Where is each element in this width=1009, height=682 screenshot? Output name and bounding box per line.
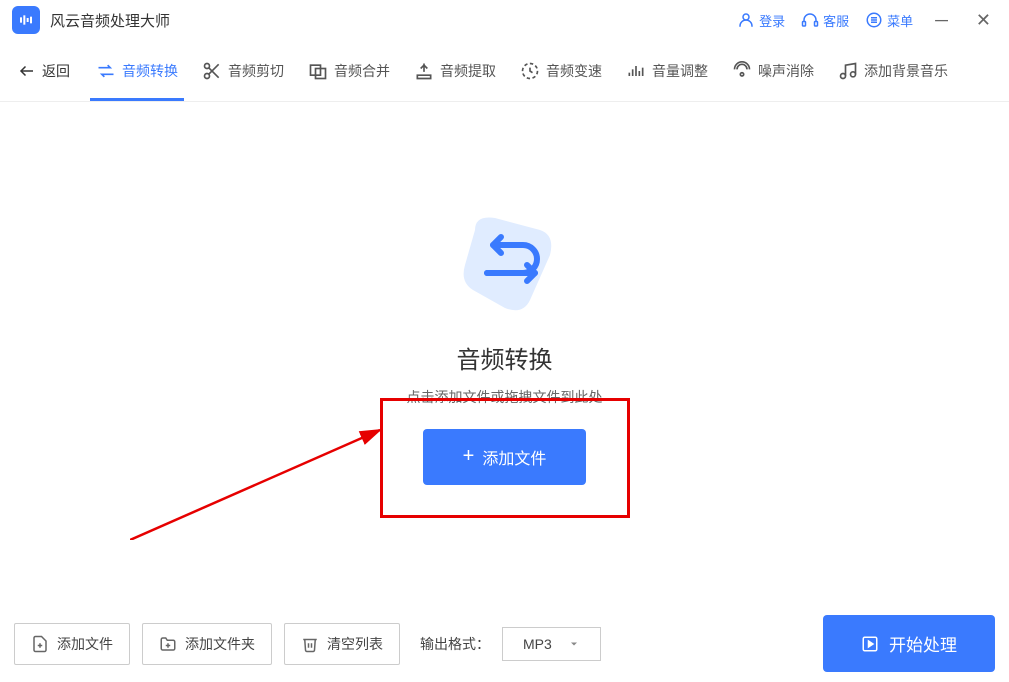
add-file-label: 添加文件 (482, 445, 546, 469)
tab-label: 音频剪切 (228, 61, 284, 81)
tab-label: 音频合并 (334, 61, 390, 81)
add-folder-label: 添加文件夹 (185, 634, 255, 654)
trash-icon (301, 635, 319, 653)
login-label: 登录 (759, 11, 785, 30)
app-logo (12, 6, 40, 34)
arrow-left-icon (18, 62, 36, 80)
merge-icon (308, 61, 328, 81)
file-plus-icon (31, 635, 49, 653)
minimize-button[interactable]: ─ (929, 10, 954, 31)
format-select[interactable]: MP3 (502, 627, 601, 661)
add-file-hero-button[interactable]: + 添加文件 (423, 429, 587, 485)
play-icon (861, 635, 879, 653)
hero-title: 音频转换 (457, 340, 553, 375)
tab-label: 音频转换 (122, 61, 178, 81)
extract-icon (414, 61, 434, 81)
chevron-down-icon (568, 638, 580, 650)
close-button[interactable]: ✕ (970, 10, 997, 31)
tab-add-bgm[interactable]: 添加背景音乐 (832, 49, 954, 93)
tab-label: 噪声消除 (758, 61, 814, 81)
tab-audio-speed[interactable]: 音频变速 (514, 49, 608, 93)
add-file-button[interactable]: 添加文件 (14, 623, 130, 665)
tab-volume-adjust[interactable]: 音量调整 (620, 49, 714, 93)
start-process-button[interactable]: 开始处理 (823, 615, 995, 672)
tab-label: 添加背景音乐 (864, 61, 948, 81)
back-button[interactable]: 返回 (10, 61, 78, 81)
tab-noise-remove[interactable]: 噪声消除 (726, 49, 820, 93)
format-value: MP3 (523, 636, 552, 652)
clear-list-button[interactable]: 清空列表 (284, 623, 400, 665)
tab-audio-merge[interactable]: 音频合并 (302, 49, 396, 93)
back-label: 返回 (42, 61, 70, 81)
hero-hint: 点击添加文件或拖拽文件到此处 (407, 387, 603, 407)
scissors-icon (202, 61, 222, 81)
user-icon (737, 11, 755, 29)
tab-audio-extract[interactable]: 音频提取 (408, 49, 502, 93)
format-label: 输出格式： (420, 634, 490, 654)
start-label: 开始处理 (889, 631, 957, 656)
tab-audio-cut[interactable]: 音频剪切 (196, 49, 290, 93)
convert-icon (96, 61, 116, 81)
menu-button[interactable]: 菜单 (865, 11, 913, 30)
service-label: 客服 (823, 11, 849, 30)
tab-label: 音频提取 (440, 61, 496, 81)
menu-label: 菜单 (887, 11, 913, 30)
tab-label: 音量调整 (652, 61, 708, 81)
hero-convert-icon (445, 200, 565, 320)
tab-label: 音频变速 (546, 61, 602, 81)
service-button[interactable]: 客服 (801, 11, 849, 30)
noise-icon (732, 61, 752, 81)
tab-audio-convert[interactable]: 音频转换 (90, 49, 184, 93)
add-file-label: 添加文件 (57, 634, 113, 654)
music-icon (838, 61, 858, 81)
headset-icon (801, 11, 819, 29)
login-button[interactable]: 登录 (737, 11, 785, 30)
menu-icon (865, 11, 883, 29)
app-title: 风云音频处理大师 (50, 10, 170, 31)
speed-icon (520, 61, 540, 81)
clear-label: 清空列表 (327, 634, 383, 654)
folder-plus-icon (159, 635, 177, 653)
add-folder-button[interactable]: 添加文件夹 (142, 623, 272, 665)
plus-icon: + (463, 445, 475, 468)
volume-icon (626, 61, 646, 81)
main-drop-area[interactable]: 音频转换 点击添加文件或拖拽文件到此处 + 添加文件 (0, 102, 1009, 582)
